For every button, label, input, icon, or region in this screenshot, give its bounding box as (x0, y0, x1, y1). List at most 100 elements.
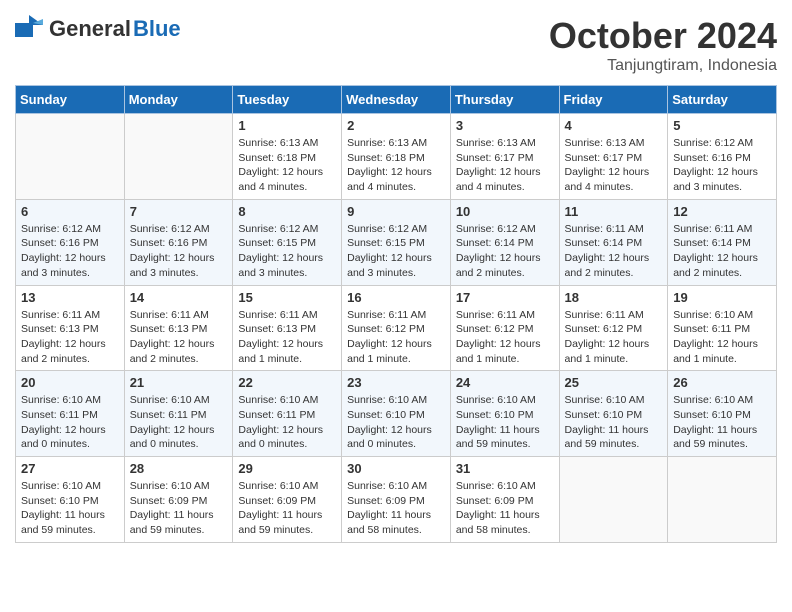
logo: GeneralBlue (15, 15, 181, 42)
day-number: 1 (238, 118, 336, 133)
calendar-day-cell: 3 Sunrise: 6:13 AM Sunset: 6:17 PM Daylig… (450, 114, 559, 200)
day-info: Sunrise: 6:10 AM Sunset: 6:09 PM Dayligh… (130, 479, 228, 538)
day-number: 7 (130, 204, 228, 219)
day-info: Sunrise: 6:11 AM Sunset: 6:13 PM Dayligh… (130, 308, 228, 367)
day-number: 20 (21, 375, 119, 390)
title-section: October 2024 Tanjungtiram, Indonesia (549, 15, 777, 75)
day-info: Sunrise: 6:12 AM Sunset: 6:15 PM Dayligh… (347, 222, 445, 281)
calendar-day-cell: 23Sunrise: 6:10 AM Sunset: 6:10 PM Dayli… (342, 371, 451, 457)
location-text: Tanjungtiram, Indonesia (549, 57, 777, 75)
day-info: Sunrise: 6:10 AM Sunset: 6:09 PM Dayligh… (347, 479, 445, 538)
calendar-day-cell: 7Sunrise: 6:12 AM Sunset: 6:16 PM Daylig… (124, 199, 233, 285)
calendar-day-cell: 27Sunrise: 6:10 AM Sunset: 6:10 PM Dayli… (16, 457, 125, 543)
day-number: 28 (130, 461, 228, 476)
calendar-week-row: 27Sunrise: 6:10 AM Sunset: 6:10 PM Dayli… (16, 457, 777, 543)
calendar-day-cell: 20 Sunrise: 6:10 AM Sunset: 6:11 PM Dayli… (16, 371, 125, 457)
day-number: 27 (21, 461, 119, 476)
day-info: Sunrise: 6:13 AM Sunset: 6:18 PM Dayligh… (238, 136, 336, 195)
day-number: 3 (456, 118, 554, 133)
calendar-day-cell: 12Sunrise: 6:11 AM Sunset: 6:14 PM Dayli… (668, 199, 777, 285)
calendar-day-cell: 1 Sunrise: 6:13 AM Sunset: 6:18 PM Daylig… (233, 114, 342, 200)
day-number: 25 (565, 375, 663, 390)
day-number: 16 (347, 290, 445, 305)
calendar-table: SundayMondayTuesdayWednesdayThursdayFrid… (15, 85, 777, 543)
calendar-day-cell: 10 Sunrise: 6:12 AM Sunset: 6:14 PM Dayli… (450, 199, 559, 285)
calendar-day-cell (124, 114, 233, 200)
calendar-day-cell: 30 Sunrise: 6:10 AM Sunset: 6:09 PM Dayli… (342, 457, 451, 543)
day-number: 9 (347, 204, 445, 219)
day-info: Sunrise: 6:11 AM Sunset: 6:12 PM Dayligh… (456, 308, 554, 367)
day-info: Sunrise: 6:10 AM Sunset: 6:10 PM Dayligh… (456, 393, 554, 452)
calendar-day-cell: 28 Sunrise: 6:10 AM Sunset: 6:09 PM Dayli… (124, 457, 233, 543)
day-number: 24 (456, 375, 554, 390)
day-number: 30 (347, 461, 445, 476)
weekday-header: Tuesday (233, 86, 342, 114)
day-info: Sunrise: 6:12 AM Sunset: 6:14 PM Dayligh… (456, 222, 554, 281)
day-info: Sunrise: 6:10 AM Sunset: 6:10 PM Dayligh… (565, 393, 663, 452)
calendar-day-cell: 4Sunrise: 6:13 AM Sunset: 6:17 PM Daylig… (559, 114, 668, 200)
logo-blue-text: Blue (133, 16, 181, 42)
day-info: Sunrise: 6:11 AM Sunset: 6:12 PM Dayligh… (565, 308, 663, 367)
calendar-day-cell: 17Sunrise: 6:11 AM Sunset: 6:12 PM Dayli… (450, 285, 559, 371)
day-number: 4 (565, 118, 663, 133)
day-info: Sunrise: 6:11 AM Sunset: 6:14 PM Dayligh… (565, 222, 663, 281)
calendar-day-cell: 18 Sunrise: 6:11 AM Sunset: 6:12 PM Dayli… (559, 285, 668, 371)
calendar-day-cell: 24 Sunrise: 6:10 AM Sunset: 6:10 PM Dayli… (450, 371, 559, 457)
calendar-day-cell: 8 Sunrise: 6:12 AM Sunset: 6:15 PM Daylig… (233, 199, 342, 285)
calendar-week-row: 6 Sunrise: 6:12 AM Sunset: 6:16 PM Daylig… (16, 199, 777, 285)
day-number: 6 (21, 204, 119, 219)
day-number: 26 (673, 375, 771, 390)
day-number: 8 (238, 204, 336, 219)
month-title: October 2024 (549, 15, 777, 57)
calendar-day-cell (16, 114, 125, 200)
weekday-header: Saturday (668, 86, 777, 114)
page-header: GeneralBlue October 2024 Tanjungtiram, I… (15, 15, 777, 75)
calendar-day-cell: 21Sunrise: 6:10 AM Sunset: 6:11 PM Dayli… (124, 371, 233, 457)
day-number: 22 (238, 375, 336, 390)
day-info: Sunrise: 6:12 AM Sunset: 6:15 PM Dayligh… (238, 222, 336, 281)
day-number: 2 (347, 118, 445, 133)
calendar-day-cell: 16 Sunrise: 6:11 AM Sunset: 6:12 PM Dayli… (342, 285, 451, 371)
day-info: Sunrise: 6:13 AM Sunset: 6:18 PM Dayligh… (347, 136, 445, 195)
day-info: Sunrise: 6:11 AM Sunset: 6:12 PM Dayligh… (347, 308, 445, 367)
weekday-header: Thursday (450, 86, 559, 114)
calendar-day-cell: 25 Sunrise: 6:10 AM Sunset: 6:10 PM Dayli… (559, 371, 668, 457)
day-info: Sunrise: 6:10 AM Sunset: 6:09 PM Dayligh… (238, 479, 336, 538)
day-info: Sunrise: 6:13 AM Sunset: 6:17 PM Dayligh… (456, 136, 554, 195)
calendar-day-cell: 29 Sunrise: 6:10 AM Sunset: 6:09 PM Dayli… (233, 457, 342, 543)
day-info: Sunrise: 6:10 AM Sunset: 6:11 PM Dayligh… (130, 393, 228, 452)
day-info: Sunrise: 6:10 AM Sunset: 6:10 PM Dayligh… (673, 393, 771, 452)
calendar-day-cell: 2 Sunrise: 6:13 AM Sunset: 6:18 PM Daylig… (342, 114, 451, 200)
day-info: Sunrise: 6:11 AM Sunset: 6:13 PM Dayligh… (21, 308, 119, 367)
calendar-day-cell: 13Sunrise: 6:11 AM Sunset: 6:13 PM Dayli… (16, 285, 125, 371)
calendar-day-cell: 11 Sunrise: 6:11 AM Sunset: 6:14 PM Dayli… (559, 199, 668, 285)
calendar-week-row: 13Sunrise: 6:11 AM Sunset: 6:13 PM Dayli… (16, 285, 777, 371)
day-info: Sunrise: 6:12 AM Sunset: 6:16 PM Dayligh… (21, 222, 119, 281)
day-number: 18 (565, 290, 663, 305)
weekday-header: Monday (124, 86, 233, 114)
day-info: Sunrise: 6:11 AM Sunset: 6:13 PM Dayligh… (238, 308, 336, 367)
day-number: 10 (456, 204, 554, 219)
logo-icon (15, 15, 43, 42)
calendar-day-cell: 9 Sunrise: 6:12 AM Sunset: 6:15 PM Daylig… (342, 199, 451, 285)
day-number: 5 (673, 118, 771, 133)
day-info: Sunrise: 6:12 AM Sunset: 6:16 PM Dayligh… (673, 136, 771, 195)
day-info: Sunrise: 6:10 AM Sunset: 6:11 PM Dayligh… (21, 393, 119, 452)
day-info: Sunrise: 6:11 AM Sunset: 6:14 PM Dayligh… (673, 222, 771, 281)
day-info: Sunrise: 6:10 AM Sunset: 6:11 PM Dayligh… (238, 393, 336, 452)
calendar-day-cell: 14 Sunrise: 6:11 AM Sunset: 6:13 PM Dayli… (124, 285, 233, 371)
day-number: 15 (238, 290, 336, 305)
calendar-day-cell: 22 Sunrise: 6:10 AM Sunset: 6:11 PM Dayli… (233, 371, 342, 457)
calendar-day-cell (668, 457, 777, 543)
calendar-week-row: 1 Sunrise: 6:13 AM Sunset: 6:18 PM Daylig… (16, 114, 777, 200)
day-info: Sunrise: 6:10 AM Sunset: 6:11 PM Dayligh… (673, 308, 771, 367)
calendar-week-row: 20 Sunrise: 6:10 AM Sunset: 6:11 PM Dayli… (16, 371, 777, 457)
day-info: Sunrise: 6:10 AM Sunset: 6:09 PM Dayligh… (456, 479, 554, 538)
day-number: 14 (130, 290, 228, 305)
day-info: Sunrise: 6:10 AM Sunset: 6:10 PM Dayligh… (347, 393, 445, 452)
weekday-header: Wednesday (342, 86, 451, 114)
calendar-day-cell (559, 457, 668, 543)
day-number: 19 (673, 290, 771, 305)
day-number: 11 (565, 204, 663, 219)
day-number: 29 (238, 461, 336, 476)
